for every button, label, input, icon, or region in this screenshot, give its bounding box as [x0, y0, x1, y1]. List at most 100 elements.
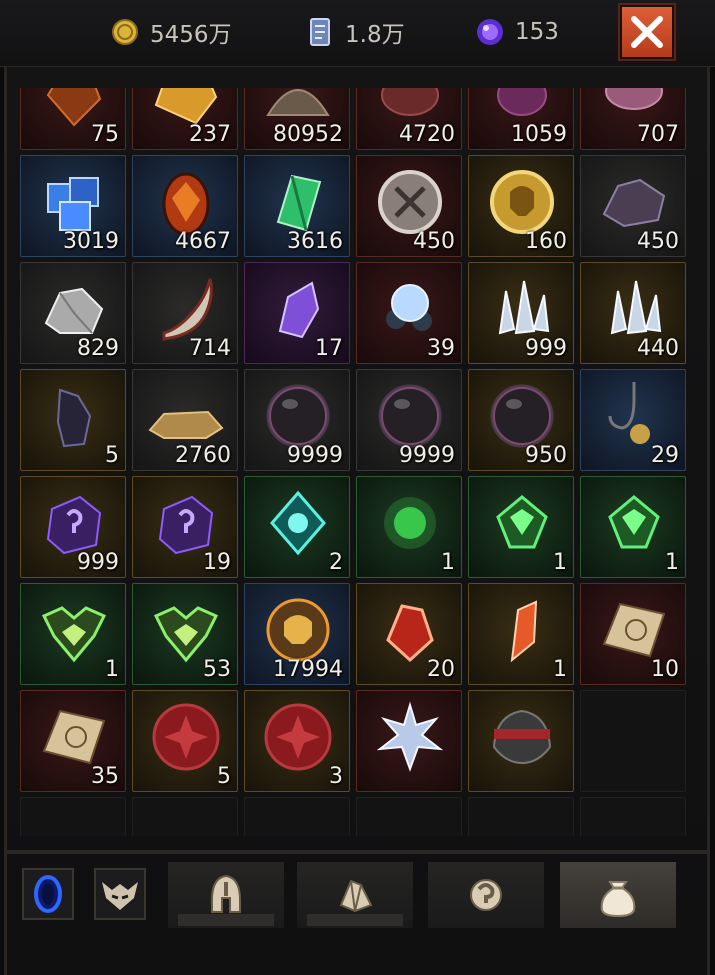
gold-amount: 5456万	[150, 22, 232, 48]
rune-icon	[470, 879, 502, 911]
item-quantity: 160	[525, 229, 567, 254]
item-quantity: 1	[665, 550, 679, 575]
inventory-slot-empty[interactable]	[356, 797, 462, 836]
inventory-slot[interactable]: 20	[356, 583, 462, 685]
inventory-slot[interactable]: 3019	[20, 155, 126, 257]
inventory-slot[interactable]: 9999	[244, 369, 350, 471]
inventory-grid-viewport[interactable]: 75 237 80952 4720 1059 707 3019 4667 3616 450 160 4…	[20, 88, 695, 836]
helmet-icon	[211, 874, 241, 913]
inventory-slot[interactable]: 17994	[244, 583, 350, 685]
inventory-slot-empty[interactable]	[468, 797, 574, 836]
item-quantity: 17994	[273, 657, 343, 682]
item-quantity: 450	[637, 229, 679, 254]
item-quantity: 4720	[399, 122, 455, 147]
green-spirit-icon	[608, 495, 660, 549]
item-quantity: 1	[553, 657, 567, 682]
inventory-slot[interactable]: 29	[580, 369, 686, 471]
inventory-slot[interactable]: 3	[244, 690, 350, 792]
tab-runes[interactable]	[428, 862, 544, 928]
item-quantity: 39	[427, 336, 455, 361]
inventory-slot[interactable]: 17	[244, 262, 350, 364]
gold-currency: 5456万	[110, 14, 232, 50]
item-quantity: 53	[203, 657, 231, 682]
gold-coin-icon	[110, 17, 140, 47]
inventory-slot[interactable]: 75	[20, 88, 126, 150]
gem-currency: 153	[475, 14, 559, 50]
inventory-slot[interactable]: 160	[468, 155, 574, 257]
item-quantity: 19	[203, 550, 231, 575]
inventory-slot[interactable]: 950	[468, 369, 574, 471]
item-quantity: 17	[315, 336, 343, 361]
inventory-slot[interactable]: 1	[20, 583, 126, 685]
inventory-slot[interactable]: 35	[20, 690, 126, 792]
inventory-slot[interactable]: 1059	[468, 88, 574, 150]
inventory-slot[interactable]: 237	[132, 88, 238, 150]
item-quantity: 3019	[63, 229, 119, 254]
inventory-slot[interactable]: 4720	[356, 88, 462, 150]
inventory-slot[interactable]: 829	[20, 262, 126, 364]
demon-mask-button[interactable]	[94, 868, 146, 920]
inventory-slot[interactable]: 999	[20, 476, 126, 578]
dark-helm-shard-icon	[56, 388, 92, 448]
inventory-slot-empty[interactable]	[244, 797, 350, 836]
frost-flower-icon	[376, 701, 444, 772]
inventory-slot[interactable]	[468, 690, 574, 792]
tab-materials[interactable]	[297, 862, 413, 928]
item-quantity: 1	[553, 550, 567, 575]
inventory-slot-empty[interactable]	[20, 797, 126, 836]
inventory-slot[interactable]: 714	[132, 262, 238, 364]
blue-portal-icon	[34, 875, 62, 913]
tab-underbar	[178, 914, 274, 926]
inventory-slot[interactable]: 2	[244, 476, 350, 578]
item-quantity: 2	[329, 550, 343, 575]
inventory-slot-empty[interactable]	[580, 690, 686, 792]
item-quantity: 1	[441, 550, 455, 575]
bottom-toolbar	[10, 858, 700, 930]
portal-button[interactable]	[22, 868, 74, 920]
item-quantity: 3616	[287, 229, 343, 254]
tab-equipment[interactable]	[168, 862, 284, 928]
divider	[4, 850, 710, 854]
inventory-slot[interactable]: 5	[20, 369, 126, 471]
green-demon-sigil-icon	[41, 606, 107, 663]
item-quantity: 950	[525, 443, 567, 468]
item-quantity: 1059	[511, 122, 567, 147]
item-quantity: 10	[651, 657, 679, 682]
item-quantity: 450	[413, 229, 455, 254]
inventory-slot[interactable]: 1	[356, 476, 462, 578]
tab-bag[interactable]	[560, 862, 676, 928]
inventory-slot[interactable]	[356, 690, 462, 792]
inventory-slot[interactable]: 4667	[132, 155, 238, 257]
inventory-slot[interactable]: 1	[468, 583, 574, 685]
inventory-slot[interactable]: 999	[468, 262, 574, 364]
item-quantity: 999	[77, 550, 119, 575]
inventory-slot[interactable]: 53	[132, 583, 238, 685]
inventory-slot[interactable]: 19	[132, 476, 238, 578]
inventory-slot-empty[interactable]	[132, 797, 238, 836]
item-quantity: 9999	[287, 443, 343, 468]
item-quantity: 440	[637, 336, 679, 361]
inventory-slot[interactable]: 10	[580, 583, 686, 685]
card-icon	[305, 17, 335, 47]
inventory-slot[interactable]: 450	[356, 155, 462, 257]
inventory-slot[interactable]: 2760	[132, 369, 238, 471]
item-quantity: 707	[637, 122, 679, 147]
inventory-slot[interactable]: 9999	[356, 369, 462, 471]
inventory-slot[interactable]: 39	[356, 262, 462, 364]
card-currency: 1.8万	[305, 14, 405, 50]
inventory-slot[interactable]: 1	[580, 476, 686, 578]
inventory-slot[interactable]: 440	[580, 262, 686, 364]
inventory-slot[interactable]: 3616	[244, 155, 350, 257]
item-quantity: 20	[427, 657, 455, 682]
gem-amount: 153	[515, 19, 559, 45]
inventory-slot[interactable]: 450	[580, 155, 686, 257]
bag-icon	[600, 881, 636, 918]
inventory-slot[interactable]: 80952	[244, 88, 350, 150]
item-quantity: 829	[77, 336, 119, 361]
inventory-slot-empty[interactable]	[580, 797, 686, 836]
close-button[interactable]	[618, 3, 676, 61]
inventory-slot[interactable]: 707	[580, 88, 686, 150]
item-quantity: 80952	[273, 122, 343, 147]
inventory-slot[interactable]: 1	[468, 476, 574, 578]
inventory-slot[interactable]: 5	[132, 690, 238, 792]
